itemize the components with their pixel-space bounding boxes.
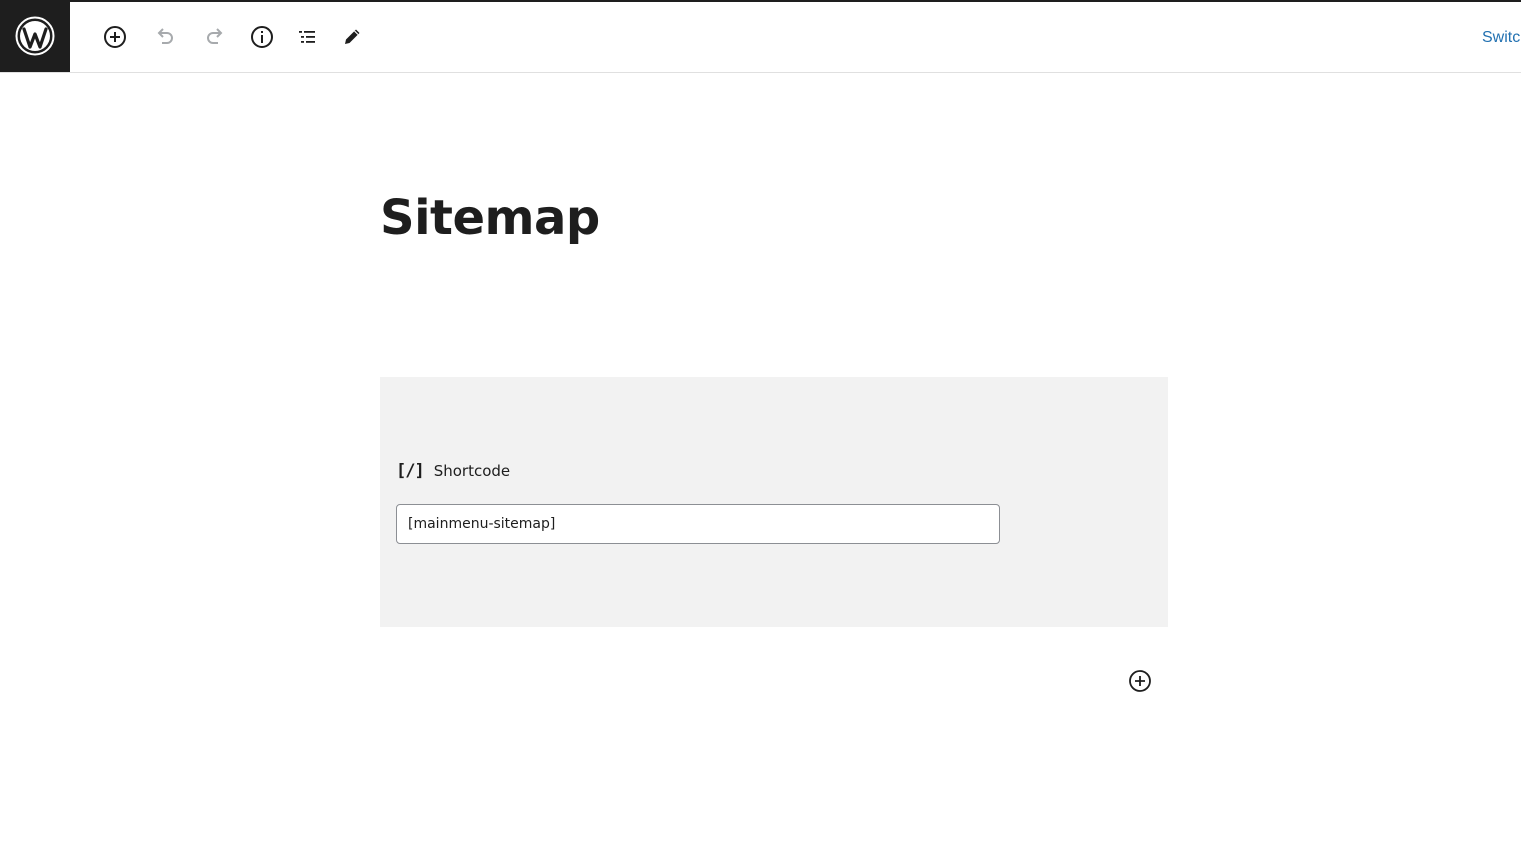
add-block-button[interactable] <box>99 21 131 53</box>
plus-circle-icon <box>1129 670 1151 692</box>
shortcode-input[interactable] <box>396 504 1000 544</box>
info-icon <box>251 26 273 48</box>
undo-icon <box>157 28 173 44</box>
post-title[interactable]: Sitemap <box>380 190 600 246</box>
shortcode-label-text: Shortcode <box>433 462 511 480</box>
top-border <box>0 0 1521 2</box>
undo-button[interactable] <box>149 21 181 53</box>
shortcode-label: [/] Shortcode <box>396 461 510 481</box>
wordpress-logo[interactable] <box>0 0 70 72</box>
add-block-inline-button[interactable] <box>1127 668 1153 694</box>
redo-button[interactable] <box>199 21 231 53</box>
details-button[interactable] <box>246 21 278 53</box>
editor-header: Switc <box>0 0 1521 73</box>
tools-button[interactable] <box>336 21 368 53</box>
wordpress-icon <box>15 16 55 56</box>
plus-circle-icon <box>104 26 126 48</box>
redo-icon <box>207 28 223 44</box>
shortcode-block[interactable]: [/] Shortcode <box>380 377 1168 627</box>
list-view-button[interactable] <box>291 21 323 53</box>
list-view-icon <box>299 31 315 43</box>
shortcode-icon: [/] <box>396 461 425 481</box>
pencil-icon <box>345 29 360 44</box>
switch-link[interactable]: Switc <box>1482 29 1520 47</box>
